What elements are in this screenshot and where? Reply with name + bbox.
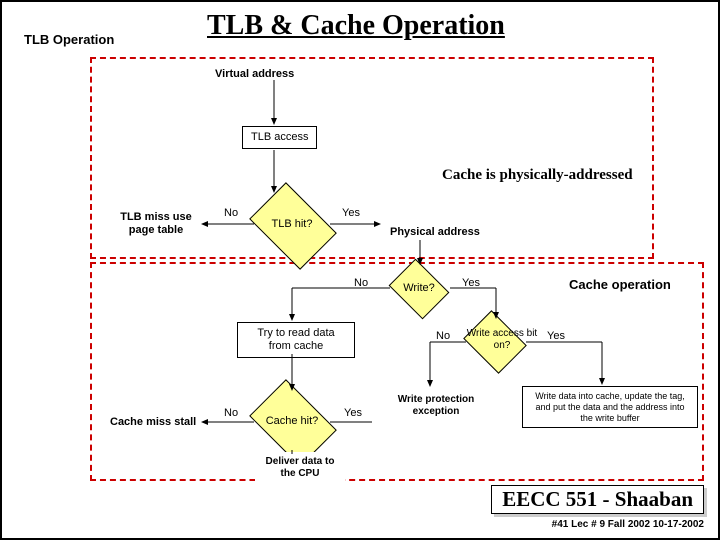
slide: TLB & Cache Operation TLB Operation Cach…: [0, 0, 720, 540]
phys-addr-label: Physical address: [382, 222, 488, 243]
tlb-miss-box: TLB miss use page table: [107, 207, 205, 241]
footer-meta: #41 Lec # 9 Fall 2002 10-17-2002: [552, 519, 704, 530]
tlb-hit-label: TLB hit?: [257, 218, 327, 230]
cache-miss-stall: Cache miss stall: [102, 412, 204, 433]
page-title: TLB & Cache Operation: [207, 10, 505, 42]
cache-section-label: Cache operation: [569, 277, 671, 292]
write-no: No: [354, 277, 368, 289]
wa-yes: Yes: [547, 330, 565, 342]
tlb-no: No: [224, 207, 238, 219]
ch-no: No: [224, 407, 238, 419]
tlb-access-box: TLB access: [242, 126, 317, 149]
write-data-box: Write data into cache, update the tag, a…: [522, 386, 698, 428]
write-yes: Yes: [462, 277, 480, 289]
cache-hit-label: Cache hit?: [257, 415, 327, 427]
deliver-box: Deliver data to the CPU: [255, 452, 345, 484]
course-footer: EECC 551 - Shaaban: [491, 485, 704, 514]
try-read-box: Try to read data from cache: [237, 322, 355, 358]
write-prot-box: Write protection exception: [378, 390, 494, 422]
ch-yes: Yes: [344, 407, 362, 419]
write-label: Write?: [384, 282, 454, 294]
write-access-label: Write access bit on?: [454, 324, 550, 356]
virtual-address-label: Virtual address: [207, 64, 302, 85]
tlb-section-label: TLB Operation: [24, 32, 114, 47]
wa-no: No: [436, 330, 450, 342]
tlb-yes: Yes: [342, 207, 360, 219]
